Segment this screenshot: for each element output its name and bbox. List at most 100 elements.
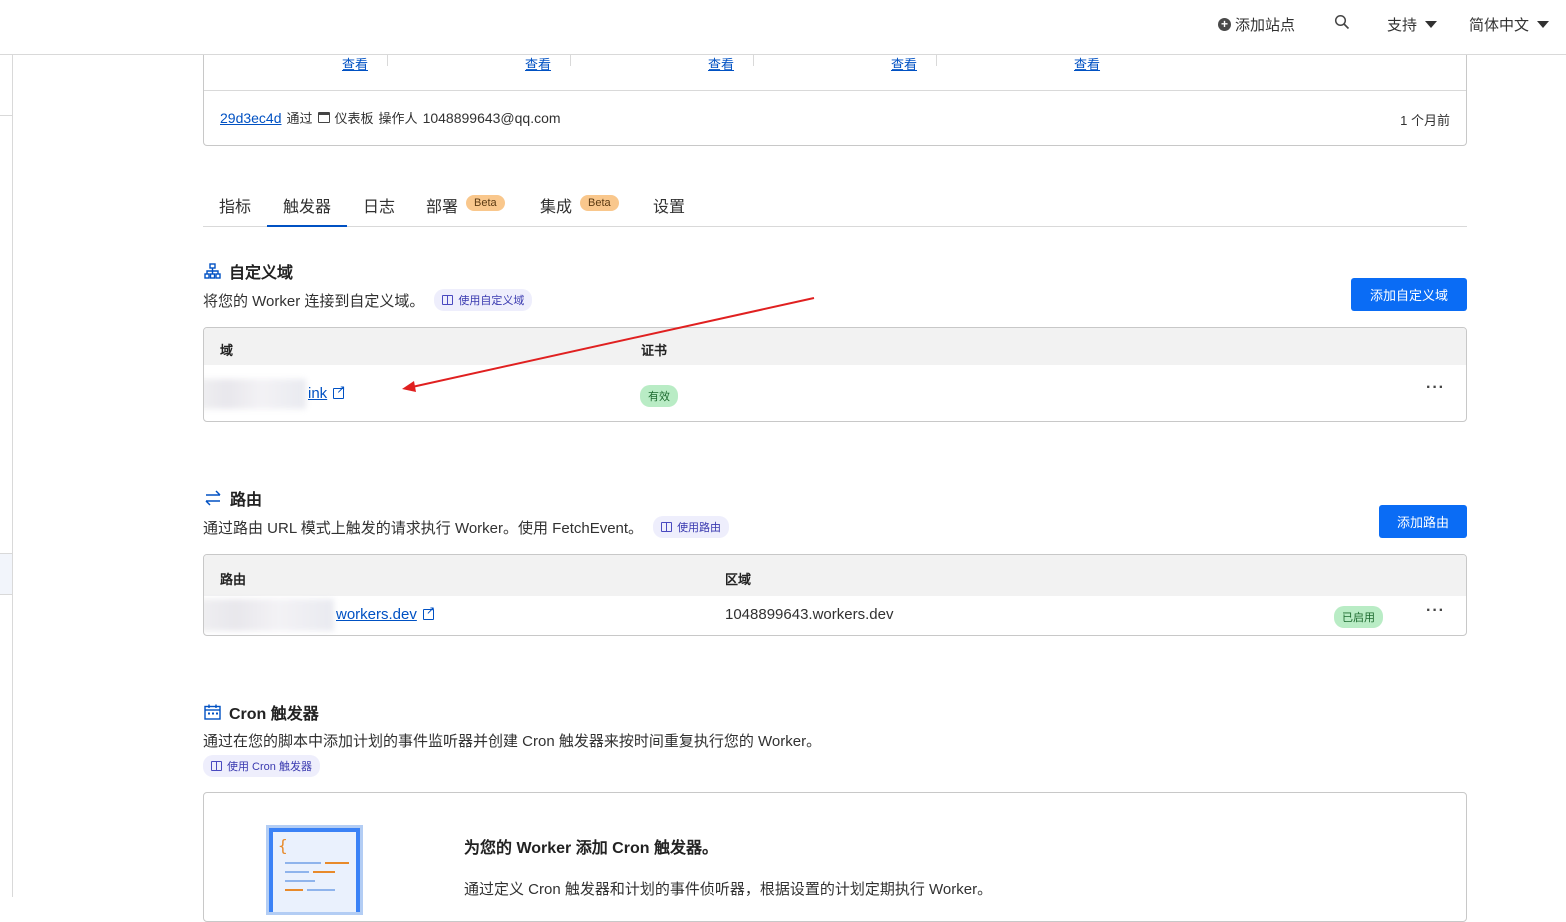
view-link[interactable]: 查看	[342, 54, 368, 73]
brace-icon: {	[278, 836, 288, 855]
deployment-hash-link[interactable]: 29d3ec4d	[220, 110, 282, 126]
deployment-time: 1 个月前	[1400, 113, 1450, 128]
docs-link-label: 使用自定义域	[458, 295, 525, 307]
tab-label: 设置	[653, 199, 686, 216]
illustration-line	[285, 871, 309, 873]
routes-table: 路由 区域 workers.dev 1048899643.workers.dev…	[203, 554, 1467, 636]
external-link-icon	[333, 383, 345, 399]
table-header: 域 证书	[204, 328, 1466, 365]
book-icon	[661, 522, 673, 532]
search-button[interactable]	[1334, 14, 1350, 30]
add-site-button[interactable]: + 添加站点	[1218, 14, 1295, 35]
sidebar-divider	[0, 115, 12, 116]
route-status-badge: 已启用	[1334, 606, 1383, 628]
tab-metrics[interactable]: 指标	[219, 186, 251, 227]
section-title: 自定义域	[229, 265, 294, 282]
view-link[interactable]: 查看	[1074, 54, 1100, 73]
column-header: 证书	[641, 343, 668, 358]
via-label: 通过	[286, 111, 313, 126]
tab-label: 日志	[363, 199, 396, 216]
more-options-icon[interactable]: ···	[1426, 602, 1445, 620]
tab-label: 集成	[540, 199, 573, 216]
latest-deployment-card: 查看 查看 查看 查看 查看 29d3ec4d 通过 仪表板 操作人 10488…	[203, 40, 1467, 146]
custom-domains-description: 将您的 Worker 连接到自定义域。 使用自定义域	[203, 289, 533, 311]
cron-description: 通过在您的脚本中添加计划的事件监听器并创建 Cron 触发器来按时间重复执行您的…	[203, 730, 821, 751]
illustration-line	[313, 871, 335, 873]
column-header: 路由	[220, 572, 247, 587]
beta-badge: Beta	[580, 195, 619, 211]
search-icon	[1334, 14, 1350, 30]
redacted-text	[204, 379, 306, 409]
tab-logs[interactable]: 日志	[363, 186, 395, 227]
tab-deployments[interactable]: 部署 Beta	[426, 186, 505, 227]
cron-heading: Cron 触发器	[204, 700, 319, 724]
worker-tabs: 指标 触发器 日志 部署 Beta 集成 Beta 设置	[203, 186, 1467, 227]
sidebar-active-item[interactable]	[0, 553, 12, 595]
description-text: 通过在您的脚本中添加计划的事件监听器并创建 Cron 触发器来按时间重复执行您的…	[203, 733, 822, 750]
cron-card-title: 为您的 Worker 添加 Cron 触发器。	[464, 840, 718, 857]
docs-link[interactable]: 使用 Cron 触发器	[203, 755, 320, 777]
redacted-text	[204, 599, 334, 631]
operator-label: 操作人	[378, 111, 418, 126]
source-label: 仪表板	[334, 111, 374, 126]
add-custom-domain-button[interactable]: 添加自定义域	[1351, 278, 1467, 311]
column-header: 域	[220, 343, 234, 358]
view-link[interactable]: 查看	[525, 54, 551, 73]
tab-settings[interactable]: 设置	[653, 186, 685, 227]
docs-link[interactable]: 使用自定义域	[434, 289, 533, 311]
beta-badge: Beta	[466, 195, 505, 211]
route-link[interactable]: workers.dev	[336, 604, 435, 623]
book-icon	[442, 295, 454, 305]
description-text: 将您的 Worker 连接到自定义域。	[203, 292, 425, 310]
chevron-down-icon	[1537, 21, 1550, 28]
docs-link[interactable]: 使用路由	[653, 516, 730, 538]
cron-card-description: 通过定义 Cron 触发器和计划的事件侦听器，根据设置的计划定期执行 Worke…	[464, 881, 993, 898]
route-text: workers.dev	[336, 606, 417, 623]
routes-heading: 路由	[204, 486, 262, 510]
table-row: ink 有效 ···	[204, 365, 1466, 421]
book-icon	[211, 761, 222, 771]
docs-link-label: 使用路由	[677, 522, 722, 534]
top-navigation-bar: + 添加站点 支持 简体中文	[0, 0, 1566, 55]
tab-label: 部署	[426, 199, 459, 216]
calendar-icon	[204, 704, 221, 720]
language-label: 简体中文	[1469, 17, 1530, 34]
description-text: 通过路由 URL 模式上触发的请求执行 Worker。使用 FetchEvent…	[203, 519, 644, 537]
illustration-line	[307, 889, 335, 891]
tab-label: 触发器	[282, 199, 331, 216]
domain-text: ink	[308, 385, 328, 402]
illustration-line	[325, 862, 349, 864]
illustration-line	[285, 889, 303, 891]
certificate-status-badge: 有效	[640, 385, 678, 407]
section-title: 路由	[230, 492, 263, 509]
add-route-button[interactable]: 添加路由	[1379, 505, 1467, 538]
deployment-meta: 29d3ec4d 通过 仪表板 操作人 1048899643@qq.com	[220, 108, 561, 127]
custom-domains-heading: 自定义域	[204, 259, 293, 283]
sitemap-icon	[204, 263, 221, 279]
view-link[interactable]: 查看	[708, 54, 734, 73]
tab-label: 指标	[219, 199, 252, 216]
support-label: 支持	[1387, 17, 1418, 34]
illustration-line	[285, 862, 321, 864]
cron-empty-state-card: { 为您的 Worker 添加 Cron 触发器。 通过定义 Cron 触发器和…	[203, 792, 1467, 922]
table-header: 路由 区域	[204, 555, 1466, 596]
support-menu[interactable]: 支持	[1387, 14, 1438, 35]
chevron-down-icon	[1425, 21, 1438, 28]
add-site-label: 添加站点	[1235, 17, 1296, 34]
routes-description: 通过路由 URL 模式上触发的请求执行 Worker。使用 FetchEvent…	[203, 516, 730, 538]
illustration-line	[285, 880, 315, 882]
custom-domains-table: 域 证书 ink 有效 ···	[203, 327, 1467, 422]
domain-link[interactable]: ink	[308, 383, 345, 402]
tab-integrations[interactable]: 集成 Beta	[540, 186, 619, 227]
code-illustration: {	[266, 825, 363, 915]
tab-triggers[interactable]: 触发器	[267, 186, 347, 227]
plus-circle-icon: +	[1218, 18, 1231, 31]
external-link-icon	[422, 604, 435, 620]
column-header: 区域	[725, 572, 752, 587]
language-menu[interactable]: 简体中文	[1469, 14, 1550, 35]
dashboard-icon	[317, 112, 330, 123]
section-title: Cron 触发器	[229, 706, 319, 723]
left-sidebar-edge	[0, 55, 13, 897]
more-options-icon[interactable]: ···	[1426, 379, 1445, 397]
view-link[interactable]: 查看	[891, 54, 917, 73]
